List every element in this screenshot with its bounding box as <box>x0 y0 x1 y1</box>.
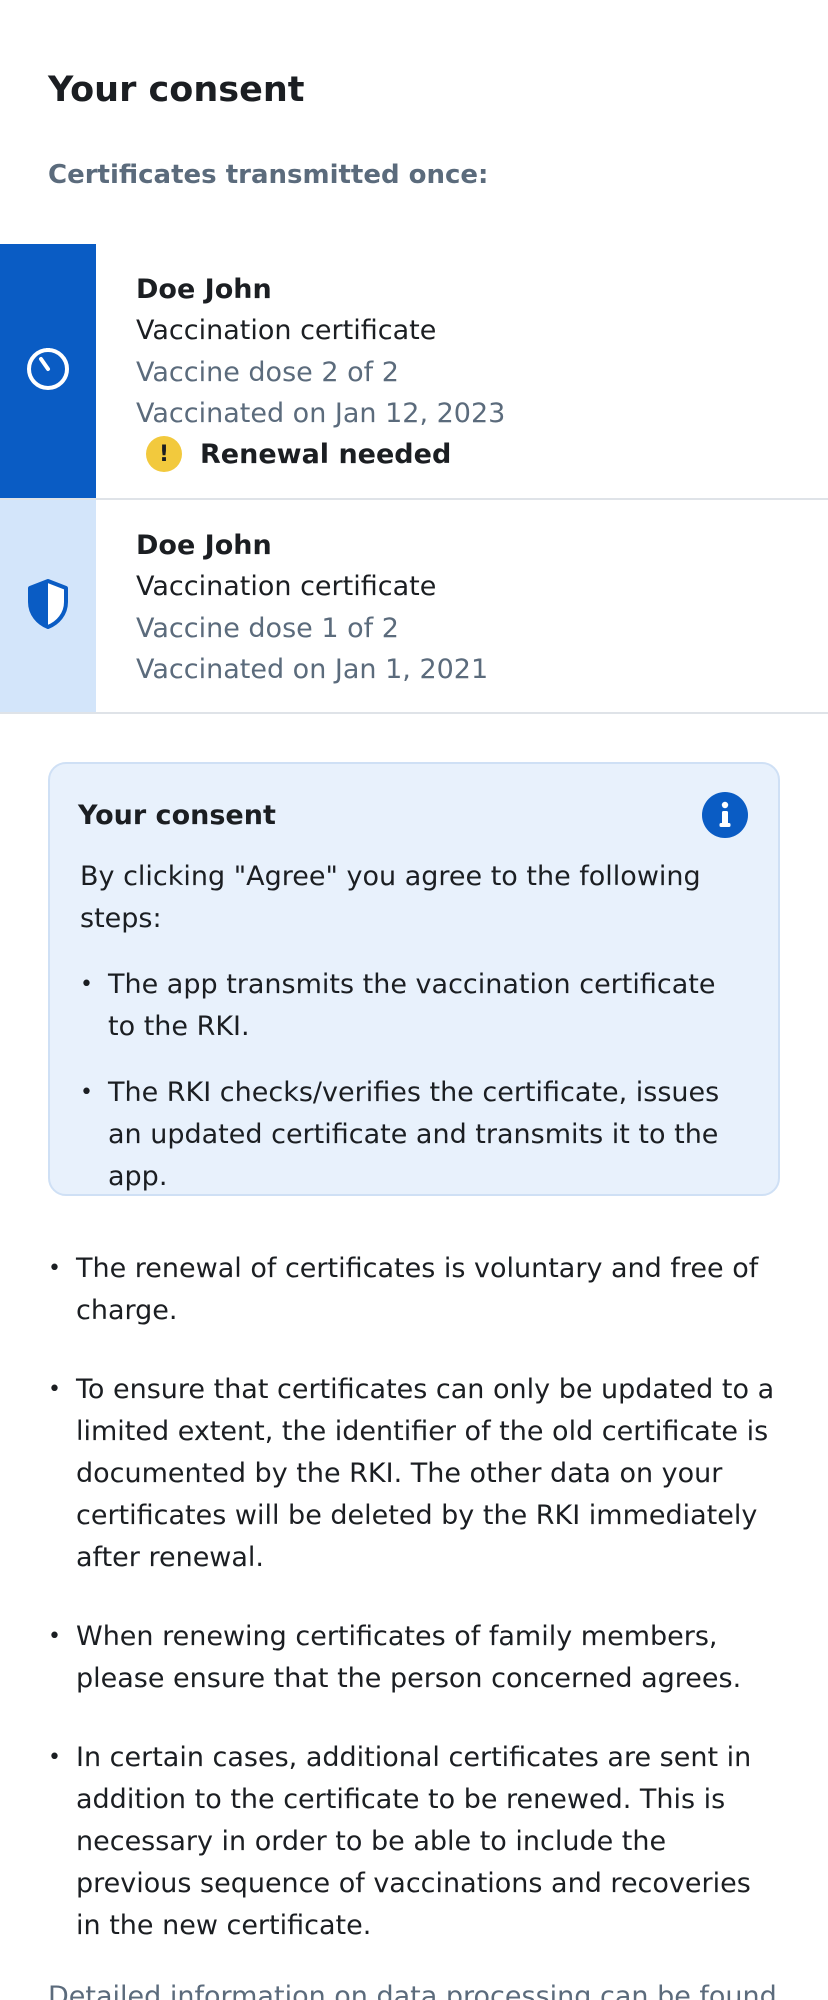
timer-icon <box>24 345 72 397</box>
info-icon[interactable] <box>702 792 748 838</box>
consent-step: The RKI checks/verifies the certificate,… <box>80 1072 750 1198</box>
vaccine-dose: Vaccine dose 1 of 2 <box>136 613 399 644</box>
notes-list: The renewal of certificates is voluntary… <box>48 1248 780 1984</box>
certificate-holder-name: Doe John <box>136 274 272 305</box>
certificate-card: Doe John Vaccination certificate Vaccine… <box>0 244 828 500</box>
note-item: In certain cases, additional certificate… <box>48 1737 780 1947</box>
note-item: The renewal of certificates is voluntary… <box>48 1248 780 1332</box>
certificate-status-strip <box>0 244 96 498</box>
data-processing-info-text: Detailed information on data processing … <box>48 1981 777 2000</box>
renewal-status-label: Renewal needed <box>200 438 452 470</box>
page-title: Your consent <box>48 70 305 110</box>
vaccine-dose: Vaccine dose 2 of 2 <box>136 357 399 388</box>
certificate-holder-name: Doe John <box>136 530 272 561</box>
vaccination-date: Vaccinated on Jan 12, 2023 <box>136 398 506 429</box>
vaccination-date: Vaccinated on Jan 1, 2021 <box>136 654 489 685</box>
consent-step: The app transmits the vaccination certif… <box>80 964 750 1048</box>
note-item: When renewing certificates of family mem… <box>48 1616 780 1700</box>
certificate-card: Doe John Vaccination certificate Vaccine… <box>0 500 828 714</box>
consent-intro: By clicking "Agree" you agree to the fol… <box>80 861 701 934</box>
note-item: To ensure that certificates can only be … <box>48 1369 780 1579</box>
warning-icon: ! <box>146 436 182 472</box>
consent-info-box: Your consent By clicking "Agree" you agr… <box>48 762 780 1196</box>
shield-icon <box>25 578 71 634</box>
consent-steps-list: The app transmits the vaccination certif… <box>80 964 750 1222</box>
certificate-type: Vaccination certificate <box>136 315 437 346</box>
consent-box-title: Your consent <box>78 800 276 831</box>
certificate-status-strip <box>0 500 96 712</box>
renewal-status: ! Renewal needed <box>136 436 505 472</box>
certificate-type: Vaccination certificate <box>136 571 437 602</box>
section-subtitle: Certificates transmitted once: <box>48 160 489 190</box>
